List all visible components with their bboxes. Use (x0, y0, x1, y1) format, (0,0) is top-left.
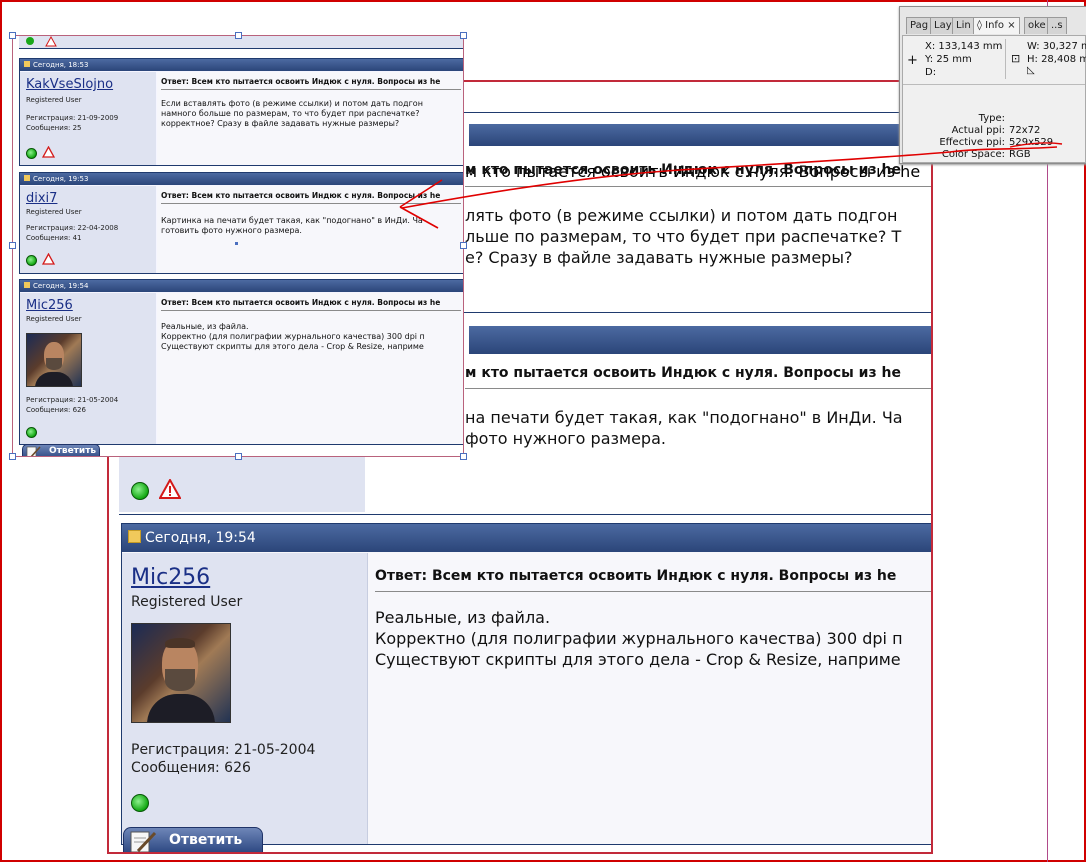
annotation-overlay (399, 142, 1063, 229)
annotation-line (401, 146, 1058, 209)
